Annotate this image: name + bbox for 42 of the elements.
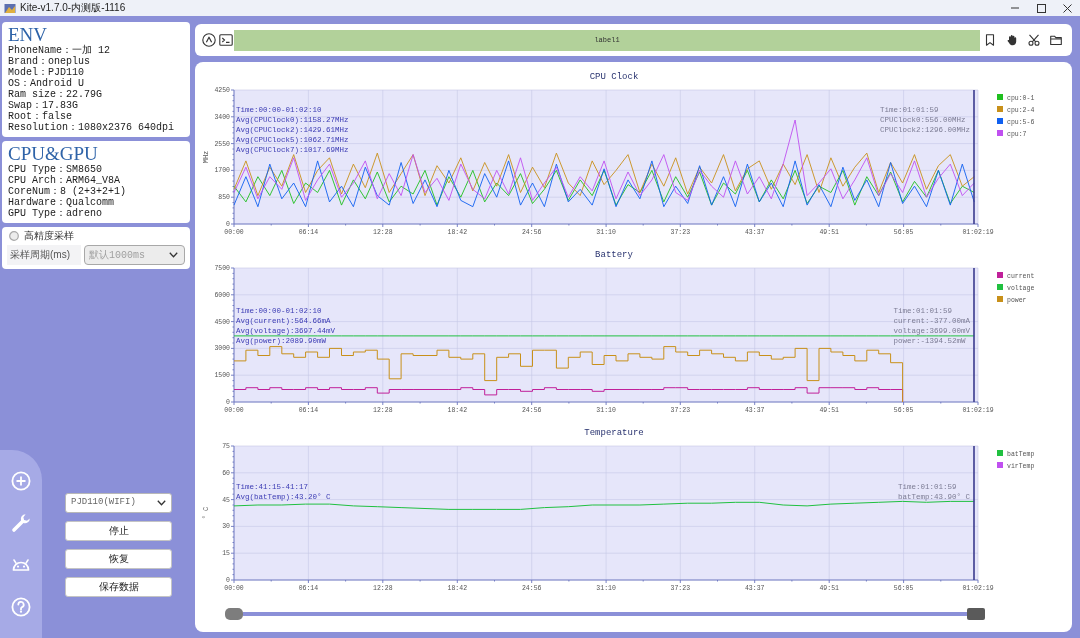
close-icon[interactable] — [1062, 3, 1072, 13]
device-select[interactable]: PJD110(WIFI) — [65, 493, 172, 513]
chevron-down-icon — [169, 252, 178, 258]
hand-icon[interactable] — [1006, 34, 1018, 46]
chart-title: Battery — [595, 250, 633, 260]
radio-label: 高精度采样 — [24, 230, 74, 242]
wrench-icon[interactable] — [11, 513, 31, 533]
window-title: Kite-v1.7.0-内测版-1116 — [20, 1, 126, 15]
card-title: ENV — [8, 24, 49, 45]
chevron-down-icon — [157, 500, 166, 506]
card-title: CPU&GPU — [8, 143, 99, 164]
info-text: PhoneName：一加 12 — [8, 45, 111, 56]
plus-circle-icon[interactable] — [11, 471, 31, 491]
chevron-circle-icon[interactable] — [202, 33, 216, 47]
info-text: Root：false — [8, 111, 73, 122]
terminal-icon[interactable] — [219, 33, 233, 47]
info-text: GPU Type：adreno — [8, 208, 103, 219]
radio-button[interactable] — [9, 231, 19, 241]
slider-handle[interactable] — [967, 608, 985, 620]
chart-title: Temperature — [584, 428, 644, 438]
info-text: Ram size：22.79G — [8, 89, 103, 100]
action-button[interactable]: 停止 — [65, 521, 172, 541]
info-text: Brand：oneplus — [8, 56, 91, 67]
info-text: Resolution：1080x2376 640dpi — [8, 122, 176, 133]
help-icon[interactable] — [11, 597, 31, 617]
slider-handle[interactable] — [225, 608, 243, 620]
info-text: CPU Type：SM8650 — [8, 164, 103, 175]
app-icon — [4, 2, 16, 14]
action-button[interactable]: 恢复 — [65, 549, 172, 569]
folder-icon[interactable] — [1050, 34, 1062, 46]
info-text: Swap：17.83G — [8, 100, 79, 111]
chart-title: CPU Clock — [589, 72, 639, 82]
info-text: CoreNum：8 (2+3+2+1) — [8, 186, 128, 197]
action-button[interactable]: 保存数据 — [65, 577, 172, 597]
info-text: Model：PJD110 — [8, 67, 85, 78]
field-label: 采样周期(ms) — [7, 245, 81, 265]
info-text: CPU Arch：ARM64_V8A — [8, 175, 122, 186]
maximize-icon[interactable] — [1036, 3, 1046, 13]
info-text: Hardware：Qualcomm — [8, 197, 114, 208]
bookmark-icon[interactable] — [984, 34, 996, 46]
info-text: OS：Android U — [8, 78, 85, 89]
scissors-icon[interactable] — [1028, 34, 1040, 46]
